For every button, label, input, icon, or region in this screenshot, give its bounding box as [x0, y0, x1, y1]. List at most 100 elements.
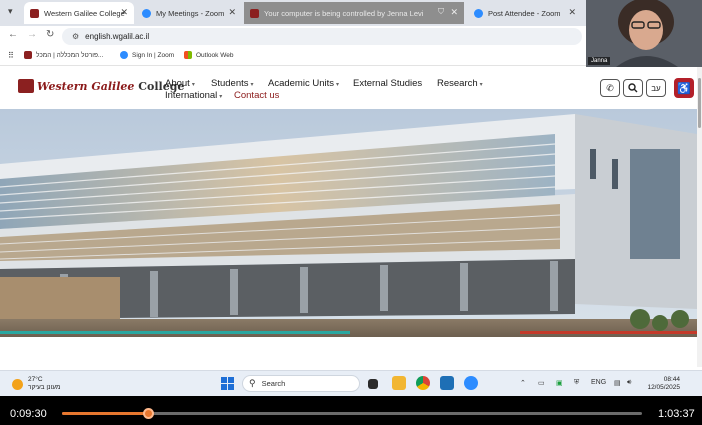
clock-time: 08:44	[663, 376, 680, 383]
bookmark-label: פורטל המכללה | המכל...	[36, 51, 104, 59]
nav-contact-us[interactable]: Contact us	[234, 90, 279, 101]
zoom-taskbar-icon[interactable]	[464, 376, 478, 390]
webcam-thumbnail[interactable]: Janna	[586, 0, 702, 67]
tab-label: My Meetings - Zoom	[156, 8, 225, 18]
bookmark-zoom-signin[interactable]: Sign In | Zoom	[120, 51, 174, 59]
chat-icon[interactable]: ▭	[538, 379, 545, 387]
nav-students[interactable]: Students ▾	[211, 78, 254, 89]
microsoft-bookmark-icon	[184, 51, 192, 59]
chevron-down-icon: ▾	[336, 82, 340, 88]
tab-post-attendee[interactable]: Post Attendee - Zoom ✕	[468, 2, 582, 24]
tab-label: Your computer is being controlled by Jen…	[264, 8, 424, 18]
tab-my-meetings[interactable]: My Meetings - Zoom ✕	[136, 2, 242, 24]
search-button[interactable]	[623, 79, 643, 97]
nav-label: Research	[437, 78, 478, 89]
chrome-icon[interactable]	[416, 376, 430, 390]
search-icon	[628, 83, 638, 93]
college-bookmark-icon	[24, 51, 32, 59]
chevron-down-icon: ▾	[250, 82, 254, 88]
back-icon[interactable]: ←	[8, 29, 18, 40]
scrollbar-thumb[interactable]	[698, 78, 701, 128]
chevron-down-icon: ▾	[479, 82, 483, 88]
clock-date: 12/05/2025	[647, 384, 680, 391]
nav-label: External Studies	[353, 78, 423, 89]
tab-label: Post Attendee - Zoom	[488, 8, 561, 18]
url-text: english.wgalil.ac.il	[85, 32, 150, 41]
screen: Western Galilee College ✕ My Meetings - …	[0, 0, 702, 396]
nav-research[interactable]: Research ▾	[437, 78, 483, 89]
phone-icon: ✆	[606, 82, 614, 93]
accessibility-button[interactable]: ♿	[674, 78, 694, 98]
accessibility-icon: ♿	[677, 82, 691, 95]
taskbar-clock[interactable]: 08:44 12/05/2025	[640, 376, 680, 392]
college-favicon-icon	[250, 8, 259, 18]
total-duration: 1:03:37	[658, 408, 695, 420]
seek-progress	[62, 412, 149, 415]
bookmark-label: Sign In | Zoom	[132, 51, 175, 59]
windows-start-icon[interactable]	[221, 377, 234, 390]
language-button[interactable]: עב	[646, 79, 666, 97]
zoom-bookmark-icon	[120, 51, 128, 59]
close-tab-icon[interactable]: ✕	[568, 7, 576, 18]
zoom-favicon-icon	[474, 8, 483, 18]
chevron-up-icon[interactable]: ⌃	[520, 379, 526, 387]
site-header: Western Galilee College About ▾ Students ▾…	[0, 67, 702, 109]
close-tab-icon[interactable]: ✕	[450, 7, 458, 18]
taskbar-search[interactable]: ⚲ Search	[242, 375, 360, 392]
nav-academic-units[interactable]: Academic Units ▾	[268, 78, 339, 89]
app-icon[interactable]	[440, 376, 454, 390]
hero-image	[0, 109, 697, 337]
volume-icon[interactable]: 🔊︎	[627, 379, 631, 387]
college-favicon-icon	[30, 8, 39, 18]
nav-label: Academic Units	[268, 78, 334, 89]
nav-about[interactable]: About ▾	[165, 78, 195, 89]
meet-icon[interactable]: ▣	[556, 379, 563, 387]
bookmark-outlook[interactable]: Outlook Web	[184, 51, 233, 59]
shield-tray-icon[interactable]: ⛨	[574, 379, 579, 387]
college-building-illustration	[0, 109, 697, 337]
logo-text: Western Galilee College	[37, 80, 184, 93]
tab-list-icon[interactable]: ▾	[8, 6, 13, 17]
address-bar[interactable]: ⚙ english.wgalil.ac.il	[62, 28, 582, 45]
participant-name: Janna	[588, 57, 611, 65]
weather-description: מעונן בעיקר	[28, 384, 61, 391]
nav-label: About	[165, 78, 190, 89]
language-indicator[interactable]: ENG	[591, 379, 606, 386]
nav-label: International	[165, 90, 218, 101]
close-tab-icon[interactable]: ✕	[228, 7, 236, 18]
nav-label: Contact us	[234, 90, 280, 101]
phone-button[interactable]: ✆	[600, 79, 620, 97]
site-info-icon[interactable]: ⚙	[72, 32, 79, 41]
bookmark-label: Outlook Web	[196, 51, 234, 59]
elapsed-time: 0:09:30	[10, 408, 47, 420]
college-logo[interactable]: Western Galilee College	[18, 79, 184, 93]
zoom-favicon-icon	[142, 8, 151, 18]
shield-icon: ⛉	[438, 7, 444, 16]
close-tab-icon[interactable]: ✕	[120, 7, 128, 18]
file-explorer-icon[interactable]	[392, 376, 406, 390]
tab-label: Western Galilee College	[44, 8, 125, 18]
windows-taskbar: 27°C מעונן בעיקר ⚲ Search ⌃ ▭ ▣ ⛨ ENG ▤ …	[0, 370, 702, 396]
reload-icon[interactable]: ↻	[46, 29, 54, 40]
apps-grid-icon[interactable]: ⠿	[8, 51, 14, 60]
weather-sun-icon	[12, 378, 23, 390]
weather-widget[interactable]: 27°C מעונן בעיקר	[12, 376, 60, 392]
language-label: עב	[651, 83, 661, 93]
bookmark-portal[interactable]: פורטל המכללה | המכל...	[24, 51, 114, 59]
seek-handle[interactable]	[142, 408, 154, 419]
network-icon[interactable]: ▤	[614, 379, 621, 387]
logo-script: Western Galilee	[37, 79, 135, 93]
search-icon: ⚲	[249, 378, 256, 388]
temperature: 27°C	[28, 376, 43, 383]
task-view-icon[interactable]	[368, 379, 378, 389]
forward-icon[interactable]: →	[27, 29, 37, 40]
tab-remote-control[interactable]: Your computer is being controlled by Jen…	[244, 2, 464, 24]
nav-international[interactable]: International ▾	[165, 90, 222, 101]
logo-emblem-icon	[18, 79, 34, 93]
video-controls: 0:09:30 1:03:37	[0, 396, 702, 425]
tab-western-galilee[interactable]: Western Galilee College ✕	[24, 2, 134, 24]
nav-external-studies[interactable]: External Studies	[353, 78, 422, 89]
nav-label: Students	[211, 78, 249, 89]
weather-text: 27°C מעונן בעיקר	[28, 376, 60, 392]
chevron-down-icon: ▾	[191, 82, 195, 88]
